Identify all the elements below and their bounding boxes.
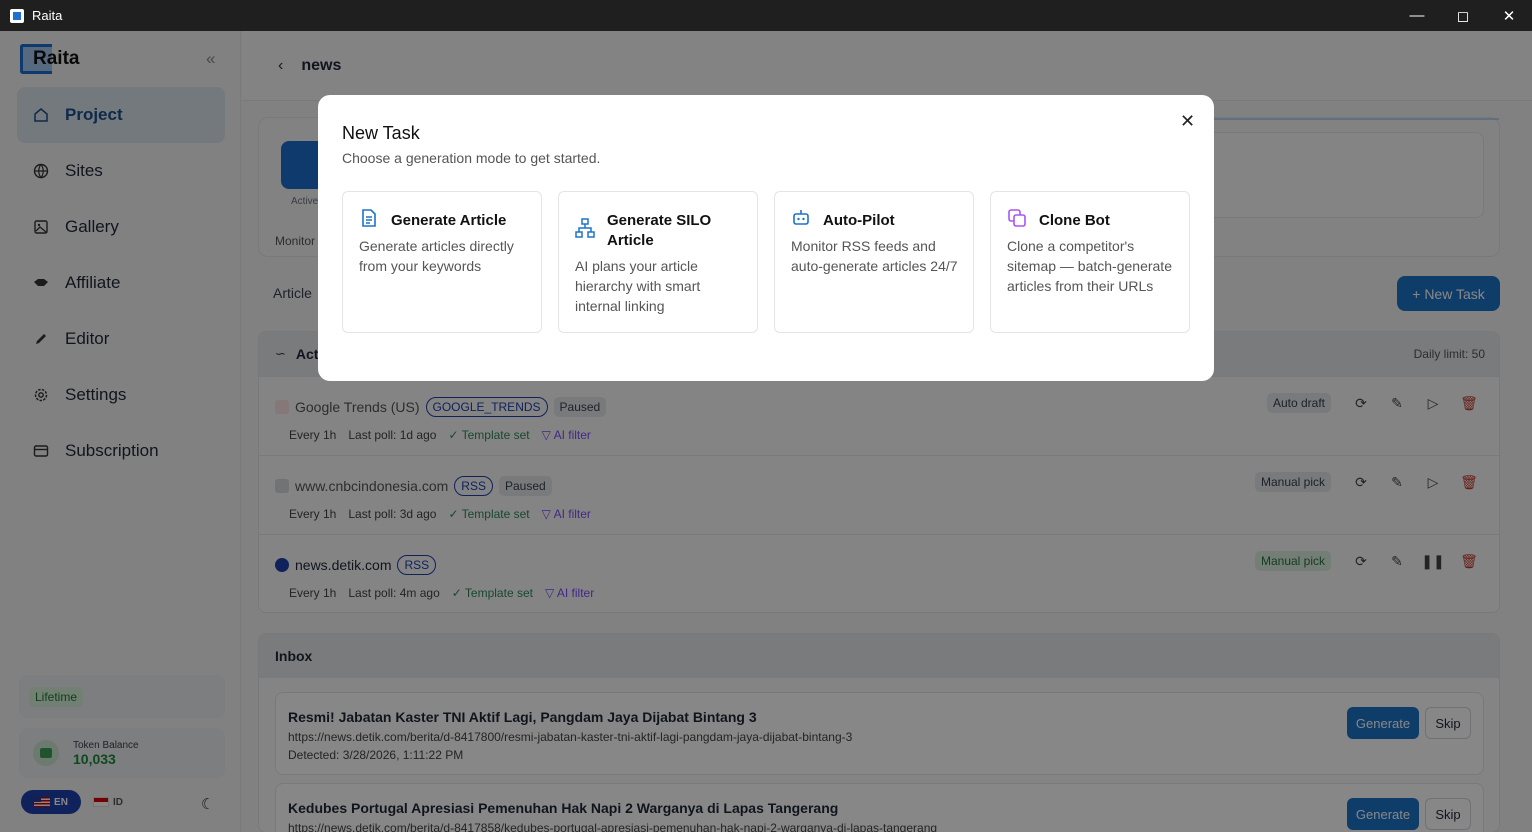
option-generate-article[interactable]: Generate Article Generate articles direc…	[342, 191, 542, 333]
option-generate-silo-article[interactable]: Generate SILO Article AI plans your arti…	[558, 191, 758, 333]
hierarchy-icon	[575, 218, 595, 238]
new-task-dialog: New Task Choose a generation mode to get…	[318, 95, 1214, 381]
maximize-button[interactable]: ◻	[1440, 0, 1486, 31]
copy-icon	[1008, 209, 1026, 227]
option-auto-pilot[interactable]: Auto-Pilot Monitor RSS feeds and auto-ge…	[774, 191, 974, 333]
close-window-button[interactable]: ✕	[1486, 0, 1532, 31]
dialog-subtitle: Choose a generation mode to get started.	[342, 150, 601, 166]
dialog-title: New Task	[342, 123, 420, 143]
close-icon[interactable]: ✕	[1180, 111, 1195, 132]
title-bar: Raita — ◻ ✕	[0, 0, 1532, 31]
robot-icon	[793, 210, 809, 225]
document-icon	[362, 209, 376, 227]
option-clone-bot[interactable]: Clone Bot Clone a competitor's sitemap —…	[990, 191, 1190, 333]
minimize-button[interactable]: —	[1394, 0, 1440, 31]
app-icon	[10, 8, 24, 23]
window-title: Raita	[32, 8, 63, 23]
